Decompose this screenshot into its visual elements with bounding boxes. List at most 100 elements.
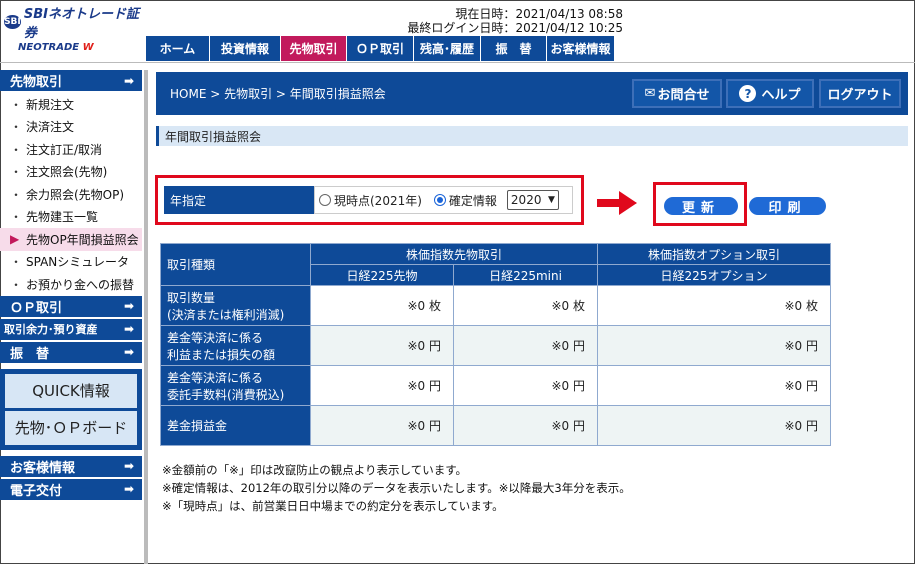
row-header: 差金等決済に係る 利益または損失の額 (160, 325, 311, 366)
arrow-right-icon: ➡ (123, 73, 134, 88)
breadcrumb: HOME > 先物取引 > 年間取引損益照会 (170, 87, 386, 101)
cell-value: ※0 円 (310, 325, 454, 366)
sidebar-item-span-simulator[interactable]: ・ SPANシミュレータ (0, 251, 142, 274)
current-time-label: 現在日時： (455, 7, 516, 21)
nav-home[interactable]: ホーム (146, 36, 210, 61)
sidebar-transfer-header[interactable]: 振 替 ➡ (0, 341, 142, 363)
nav-options[interactable]: ＯＰ取引 (347, 36, 414, 61)
table-row: 取引数量 (決済または権利消滅) ※0 枚 ※0 枚 ※0 枚 (160, 285, 831, 326)
sidebar-item-annual-pl[interactable]: ▶ 先物OP年間損益照会 (0, 228, 142, 251)
sidebar-customer-label: お客様情報 (10, 460, 76, 476)
radio-fixed[interactable] (433, 194, 446, 206)
row-label: 差金損益金 (167, 419, 228, 433)
cell-value: ※0 円 (453, 325, 598, 366)
col-nikkei225-options: 日経225オプション (597, 264, 831, 286)
sidebar-op-header[interactable]: ＯＰ取引 ➡ (0, 295, 142, 317)
neotrade-w: W (82, 42, 94, 53)
year-options: 現時点(2021年) 確定情報 2020 ▼ (314, 186, 573, 214)
cell-value: ※0 円 (597, 365, 831, 406)
sidebar-item-deposit-transfer[interactable]: ・お預かり金への振替 (0, 273, 142, 296)
mail-icon: ✉ (644, 86, 656, 101)
sidebar-item-label: 新規注文 (26, 97, 75, 112)
arrow-right-icon: ➡ (123, 345, 134, 359)
page-title: 年間取引損益照会 (156, 126, 908, 146)
logout-button[interactable]: ログアウト (819, 79, 901, 108)
row-header: 差金損益金 (160, 405, 311, 446)
radio-fixed-label[interactable]: 確定情報 (449, 192, 497, 209)
table-row: 差金等決済に係る 利益または損失の額 ※0 円 ※0 円 ※0 円 (160, 325, 831, 366)
sidebar-item-label: SPANシミュレータ (26, 255, 130, 270)
row-sublabel: 利益または損失の額 (167, 347, 276, 362)
neotrade-text: NEOTRADE (18, 42, 80, 53)
contact-label: お問合せ (657, 88, 710, 103)
sidebar-item-label: お預かり金への振替 (26, 277, 135, 292)
table-row: 差金損益金 ※0 円 ※0 円 ※0 円 (160, 405, 831, 446)
nav-investment-info[interactable]: 投資情報 (210, 36, 281, 61)
quick-info-button[interactable]: QUICK情報 (5, 373, 137, 408)
cell-value: ※0 枚 (310, 285, 454, 326)
bullet-icon: ・ (10, 277, 23, 292)
sidebar-item-label: 注文照会(先物) (26, 165, 108, 180)
sbi-logo[interactable]: SBI SBIネオトレード証券 (4, 7, 144, 41)
nav-balance-history[interactable]: 残高･履歴 (414, 36, 481, 61)
contact-button[interactable]: ✉ お問合せ (632, 79, 722, 108)
help-button[interactable]: ? ヘルプ (726, 79, 814, 108)
futures-op-board-button[interactable]: 先物･ＯＰボード (5, 410, 137, 445)
brand-name: SBIネオトレード証券 (23, 7, 139, 41)
cell-value: ※0 枚 (453, 285, 598, 326)
year-select[interactable]: 2020 ▼ (506, 190, 559, 210)
nav-customer-info[interactable]: お客様情報 (547, 36, 615, 61)
sidebar-item-new-order[interactable]: ・新規注文 (0, 93, 142, 116)
cell-value: ※0 円 (310, 365, 454, 406)
update-button[interactable]: 更新 (664, 197, 738, 216)
bullet-icon: ・ (10, 142, 23, 157)
cell-value: ※0 円 (597, 325, 831, 366)
radio-current-label[interactable]: 現時点(2021年) (334, 192, 422, 209)
sidebar-op-label: ＯＰ取引 (10, 300, 63, 316)
row-label: 取引数量 (167, 290, 216, 305)
sidebar-futures-label: 先物取引 (10, 75, 63, 90)
cell-value: ※0 円 (310, 405, 454, 446)
year-label: 年指定 (164, 186, 314, 214)
sidebar-item-positions[interactable]: ・先物建玉一覧 (0, 206, 142, 229)
arrow-right-icon: ➡ (123, 482, 134, 496)
sidebar: 先物取引 ➡ ・新規注文 ・決済注文 ・注文訂正/取消 ・注文照会(先物) ・余力… (0, 70, 142, 502)
sidebar-divider (144, 70, 148, 564)
help-label: ヘルプ (761, 88, 801, 103)
sidebar-item-label: 決済注文 (26, 120, 75, 135)
row-label: 差金等決済に係る (167, 330, 264, 345)
print-button[interactable]: 印刷 (749, 197, 826, 216)
table-row: 差金等決済に係る 委託手数料(消費税込) ※0 円 ※0 円 ※0 円 (160, 365, 831, 406)
sidebar-item-margin-inquiry[interactable]: ・余力照会(先物OP) (0, 183, 142, 206)
sidebar-edelivery-header[interactable]: 電子交付 ➡ (0, 478, 142, 500)
triangle-right-icon: ▶ (10, 232, 20, 247)
sidebar-edelivery-label: 電子交付 (10, 483, 63, 499)
sidebar-margin-header[interactable]: 取引余力･預り資産 ➡ (0, 318, 142, 340)
nav-futures[interactable]: 先物取引 (281, 36, 347, 61)
bullet-icon: ・ (10, 97, 23, 112)
arrow-right-icon: ➡ (123, 459, 134, 473)
annual-pl-table: 取引種類 株価指数先物取引 株価指数オプション取引 日経225先物 日経225m… (160, 243, 831, 446)
sidebar-item-close-order[interactable]: ・決済注文 (0, 116, 142, 139)
note-line: ※金額前の「※」印は改竄防止の観点より表示しています。 (162, 463, 468, 477)
sidebar-item-order-inquiry[interactable]: ・注文照会(先物) (0, 161, 142, 184)
sidebar-margin-label: 取引余力･預り資産 (4, 323, 98, 336)
arrow-right-icon: ➡ (123, 299, 134, 313)
chevron-down-icon: ▼ (548, 195, 555, 205)
sidebar-item-label: 先物建玉一覧 (26, 210, 99, 225)
update-highlight-box: 更新 (653, 182, 747, 226)
group-options-header: 株価指数オプション取引 (597, 243, 831, 265)
nav-transfer[interactable]: 振 替 (481, 36, 547, 61)
sidebar-customer-header[interactable]: お客様情報 ➡ (0, 455, 142, 477)
breadcrumb-bar: HOME > 先物取引 > 年間取引損益照会 ✉ お問合せ ? ヘルプ ログアウト (156, 72, 908, 115)
radio-current[interactable] (319, 194, 331, 206)
red-arrow-icon (597, 191, 637, 215)
row-sublabel: 委託手数料(消費税込) (167, 387, 285, 402)
row-header: 差金等決済に係る 委託手数料(消費税込) (160, 365, 311, 406)
bullet-icon: ・ (10, 120, 23, 135)
sidebar-transfer-label: 振 替 (10, 346, 50, 362)
header-divider (0, 62, 915, 63)
sidebar-item-modify-cancel[interactable]: ・注文訂正/取消 (0, 138, 142, 161)
sidebar-futures-header[interactable]: 先物取引 ➡ (0, 70, 142, 91)
group-futures-header: 株価指数先物取引 (310, 243, 598, 265)
